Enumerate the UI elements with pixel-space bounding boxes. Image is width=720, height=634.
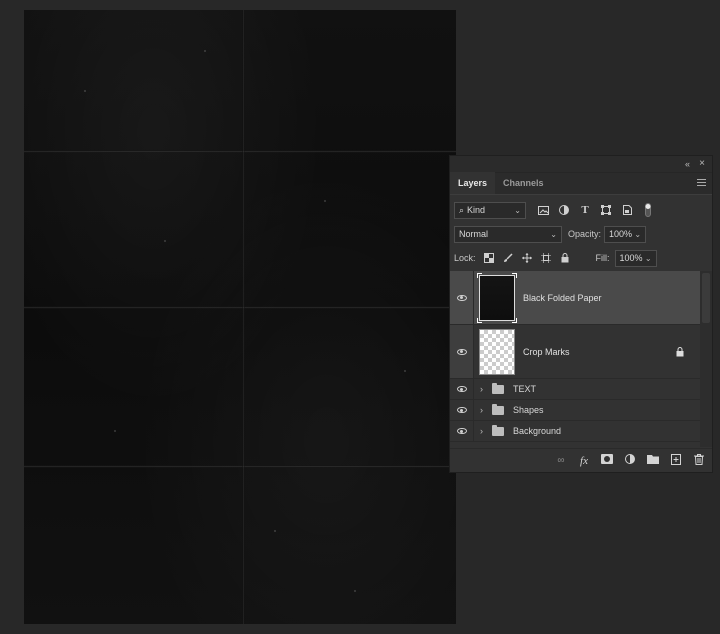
layers-scrollbar[interactable] — [700, 271, 712, 447]
paper-speck — [84, 90, 86, 92]
eye-icon — [456, 407, 467, 413]
panel-bottom-bar: ∞ fx — [450, 448, 712, 472]
chevron-down-icon: ⌄ — [550, 229, 557, 239]
opacity-value: 100% — [609, 229, 633, 239]
document-canvas[interactable] — [24, 10, 456, 624]
lock-label: Lock: — [454, 253, 476, 263]
double-chevron-left-icon[interactable]: « — [685, 159, 690, 169]
kind-filter-dropdown[interactable]: ⌕ Kind ⌄ — [454, 201, 526, 219]
add-mask-icon[interactable] — [600, 454, 614, 467]
visibility-toggle[interactable] — [450, 421, 474, 441]
visibility-toggle[interactable] — [450, 325, 474, 378]
paper-fold-line — [24, 465, 456, 468]
folder-icon — [492, 424, 504, 436]
paper-fold-line — [24, 306, 456, 309]
new-layer-icon[interactable] — [669, 453, 683, 468]
visibility-toggle[interactable] — [450, 271, 474, 324]
group-shapes[interactable]: › Shapes — [450, 400, 700, 421]
group-name: TEXT — [513, 384, 537, 394]
eye-icon — [456, 428, 467, 434]
group-text[interactable]: › TEXT — [450, 379, 700, 400]
lock-all-icon[interactable] — [558, 251, 572, 265]
delete-icon[interactable] — [692, 453, 706, 468]
layer-black-folded-paper[interactable]: Black Folded Paper — [450, 271, 700, 325]
paper-speck — [354, 590, 356, 592]
layer-thumbnail — [477, 272, 517, 323]
smart-object-filter-icon[interactable] — [620, 203, 634, 217]
panel-menu-icon[interactable] — [697, 179, 706, 187]
folder-icon — [492, 382, 504, 394]
group-name: Shapes — [513, 405, 544, 415]
filter-toggle-icon[interactable] — [641, 203, 655, 217]
adjustment-filter-icon[interactable] — [557, 203, 571, 217]
tab-layers[interactable]: Layers — [450, 172, 496, 194]
fx-icon[interactable]: fx — [577, 455, 591, 467]
opacity-field[interactable]: 100% ⌄ — [604, 225, 647, 243]
folder-icon — [492, 403, 504, 415]
chevron-down-icon: ⌄ — [644, 253, 652, 263]
tab-channels[interactable]: Channels — [495, 172, 552, 194]
group-name: Background — [513, 426, 562, 436]
chevron-down-icon: ⌄ — [634, 229, 642, 239]
panel-tabs: Layers Channels — [450, 172, 712, 195]
paper-speck — [274, 530, 276, 532]
layer-crop-marks[interactable]: Crop Marks — [450, 325, 700, 379]
link-layers-icon[interactable]: ∞ — [554, 455, 568, 466]
eye-icon — [456, 386, 467, 392]
group-background[interactable]: › Background — [450, 421, 700, 442]
chevron-right-icon[interactable]: › — [480, 384, 488, 394]
chevron-right-icon[interactable]: › — [480, 426, 488, 436]
paper-speck — [324, 200, 326, 202]
close-icon[interactable]: × — [699, 158, 705, 169]
paper-speck — [204, 50, 206, 52]
lock-artboard-icon[interactable] — [539, 251, 553, 265]
paper-speck — [164, 240, 166, 242]
chevron-right-icon[interactable]: › — [480, 405, 488, 415]
visibility-toggle[interactable] — [450, 400, 474, 420]
paper-speck — [114, 430, 116, 432]
shape-filter-icon[interactable] — [599, 203, 613, 217]
lock-transparent-pixels-icon[interactable] — [482, 251, 496, 265]
layer-thumbnail — [479, 328, 515, 375]
layer-name: Crop Marks — [523, 346, 570, 357]
lock-position-icon[interactable] — [520, 251, 534, 265]
fill-value: 100% — [619, 253, 643, 263]
lock-row: Lock: Fill: 100% ⌄ — [450, 246, 712, 270]
fill-label: Fill: — [595, 253, 610, 263]
layer-name: Black Folded Paper — [523, 292, 602, 303]
lock-image-pixels-icon[interactable] — [501, 251, 515, 265]
search-icon: ⌕ — [459, 204, 465, 215]
adjustment-layer-icon[interactable] — [623, 454, 637, 467]
blend-mode-dropdown[interactable]: Normal ⌄ — [454, 225, 562, 243]
layers-panel: « × Layers Channels ⌕ Kind ⌄ T Normal ⌄ … — [449, 155, 713, 473]
blend-mode-value: Normal — [459, 229, 489, 239]
paper-fold-line — [242, 10, 245, 624]
eye-icon — [456, 294, 467, 301]
visibility-toggle[interactable] — [450, 379, 474, 399]
lock-icon — [676, 347, 684, 359]
kind-label: Kind — [467, 205, 486, 215]
eye-icon — [456, 348, 467, 355]
opacity-label: Opacity: — [568, 229, 602, 239]
blend-row: Normal ⌄ Opacity: 100% ⌄ — [450, 222, 712, 246]
new-group-icon[interactable] — [646, 454, 660, 467]
fill-field[interactable]: 100% ⌄ — [614, 249, 657, 267]
panel-title-bar: « × — [450, 156, 712, 173]
paper-fold-line — [24, 150, 456, 153]
type-filter-icon[interactable]: T — [578, 203, 592, 217]
scrollbar-thumb[interactable] — [702, 273, 710, 323]
paper-speck — [404, 370, 406, 372]
filter-row: ⌕ Kind ⌄ T — [450, 198, 712, 222]
layers-list: Black Folded Paper Crop Marks › TEXT › S… — [450, 271, 700, 447]
image-filter-icon[interactable] — [536, 203, 550, 217]
chevron-down-icon: ⌄ — [514, 205, 521, 215]
